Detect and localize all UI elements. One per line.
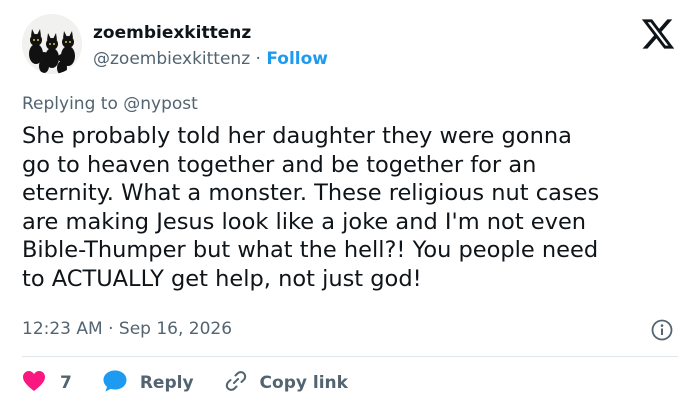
author-handle-line: @zoembiexkittenz · Follow	[93, 49, 328, 69]
info-icon[interactable]	[651, 319, 673, 341]
divider	[22, 356, 678, 357]
replying-to-label: Replying to @nypost	[22, 94, 198, 114]
like-button[interactable]: 7	[22, 370, 72, 397]
x-logo-icon[interactable]	[640, 16, 676, 52]
like-count: 7	[60, 373, 72, 393]
copy-link-button[interactable]: Copy link	[224, 369, 348, 398]
avatar[interactable]	[22, 14, 82, 74]
author-display-name[interactable]: zoembiexkittenz	[93, 23, 251, 43]
reply-label: Reply	[139, 373, 194, 393]
author-handle[interactable]: @zoembiexkittenz	[93, 49, 250, 69]
copy-link-label: Copy link	[259, 373, 348, 393]
heart-icon	[22, 370, 46, 397]
speech-bubble-icon	[102, 369, 128, 398]
separator-dot: ·	[255, 49, 261, 69]
follow-button[interactable]: Follow	[266, 49, 328, 69]
tweet-timestamp[interactable]: 12:23 AM · Sep 16, 2026	[22, 319, 232, 339]
action-bar: 7 Reply Copy link	[22, 369, 348, 397]
reply-button[interactable]: Reply	[102, 369, 194, 398]
link-icon	[224, 369, 248, 398]
tweet-text: She probably told her daughter they were…	[22, 123, 600, 292]
